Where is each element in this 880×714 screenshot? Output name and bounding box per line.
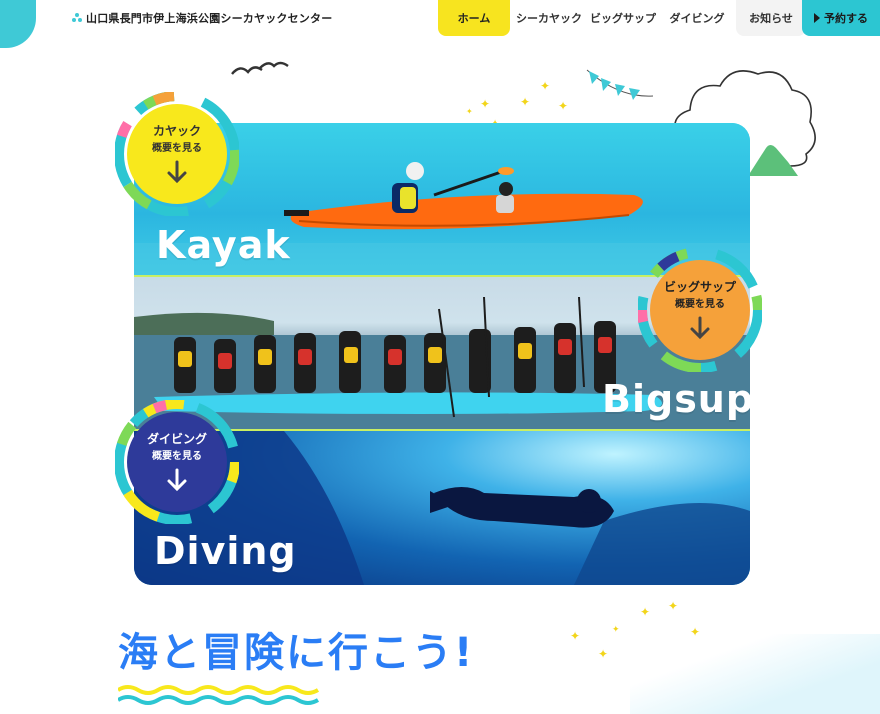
diving-overview-badge[interactable]: ダイビング 概要を見る: [115, 400, 239, 524]
nav-item-seakayak[interactable]: シーカヤック: [514, 0, 584, 36]
badge-inner: ダイビング 概要を見る: [127, 412, 227, 512]
sparkle-icon: ✦: [598, 647, 609, 661]
page: 山口県長門市伊上海浜公園シーカヤックセンター ホーム シーカヤック ビッグサップ…: [0, 0, 880, 714]
sparkle-icon: ✦: [570, 629, 581, 643]
page-headline: 海と冒険に行こう!: [118, 630, 475, 676]
arrow-down-icon: [167, 468, 187, 492]
kayak-overview-badge[interactable]: カヤック 概要を見る: [115, 92, 239, 216]
sparkle-icon: ✦: [466, 107, 473, 116]
nav-item-label: ダイビング: [669, 12, 725, 25]
badge-subtitle: 概要を見る: [675, 299, 725, 311]
badge-title: ダイビング: [146, 431, 207, 446]
badge-subtitle: 概要を見る: [152, 143, 202, 155]
nav-item-bigsup[interactable]: ビッグサップ: [588, 0, 658, 36]
nav-item-diving[interactable]: ダイビング: [662, 0, 732, 36]
badge-inner: カヤック 概要を見る: [127, 104, 227, 204]
sparkle-icon: ✦: [558, 99, 569, 113]
arrow-down-icon: [690, 316, 710, 340]
global-nav: ホーム シーカヤック ビッグサップ ダイビング お知らせ: [438, 0, 810, 36]
nav-item-label: ホーム: [457, 12, 491, 25]
sparkle-icon: ✦: [540, 79, 551, 93]
site-title[interactable]: 山口県長門市伊上海浜公園シーカヤックセンター: [72, 10, 332, 26]
mountain-icon: [748, 145, 798, 176]
sparkle-icon: ✦: [612, 625, 620, 635]
play-triangle-icon: [814, 13, 820, 23]
sparkle-icon: ✦: [480, 97, 491, 111]
arrow-down-icon: [167, 160, 187, 184]
panel-title: Bigsup: [602, 377, 750, 421]
sparkle-icon: ✦: [668, 599, 679, 613]
sparkle-icon: ✦: [520, 95, 531, 109]
badge-title: カヤック: [152, 123, 201, 138]
corner-tab: [0, 0, 36, 48]
wave-icon: [118, 685, 320, 705]
bird-icon: [231, 61, 289, 75]
reserve-button[interactable]: 予約する: [802, 0, 880, 36]
nav-item-label: シーカヤック: [516, 12, 582, 25]
panel-title: Kayak: [156, 223, 291, 267]
nav-item-label: ビッグサップ: [590, 12, 656, 25]
panel-title: Diving: [154, 529, 297, 573]
badge-title: ビッグサップ: [663, 279, 736, 294]
site-title-text: 山口県長門市伊上海浜公園シーカヤックセンター: [86, 12, 333, 25]
bigsup-overview-badge[interactable]: ビッグサップ 概要を見る: [638, 248, 762, 372]
logo-dots-icon: [72, 13, 82, 23]
nav-item-news[interactable]: お知らせ: [736, 0, 806, 36]
nav-item-home[interactable]: ホーム: [438, 0, 510, 36]
sky-gradient: [630, 634, 880, 714]
bunting-icon: [586, 69, 654, 100]
badge-inner: ビッグサップ 概要を見る: [650, 260, 750, 360]
sparkle-icon: ✦: [690, 625, 701, 639]
reserve-label: 予約する: [824, 12, 868, 25]
badge-subtitle: 概要を見る: [152, 451, 202, 463]
nav-item-label: お知らせ: [749, 12, 793, 25]
sparkle-icon: ✦: [640, 605, 651, 619]
